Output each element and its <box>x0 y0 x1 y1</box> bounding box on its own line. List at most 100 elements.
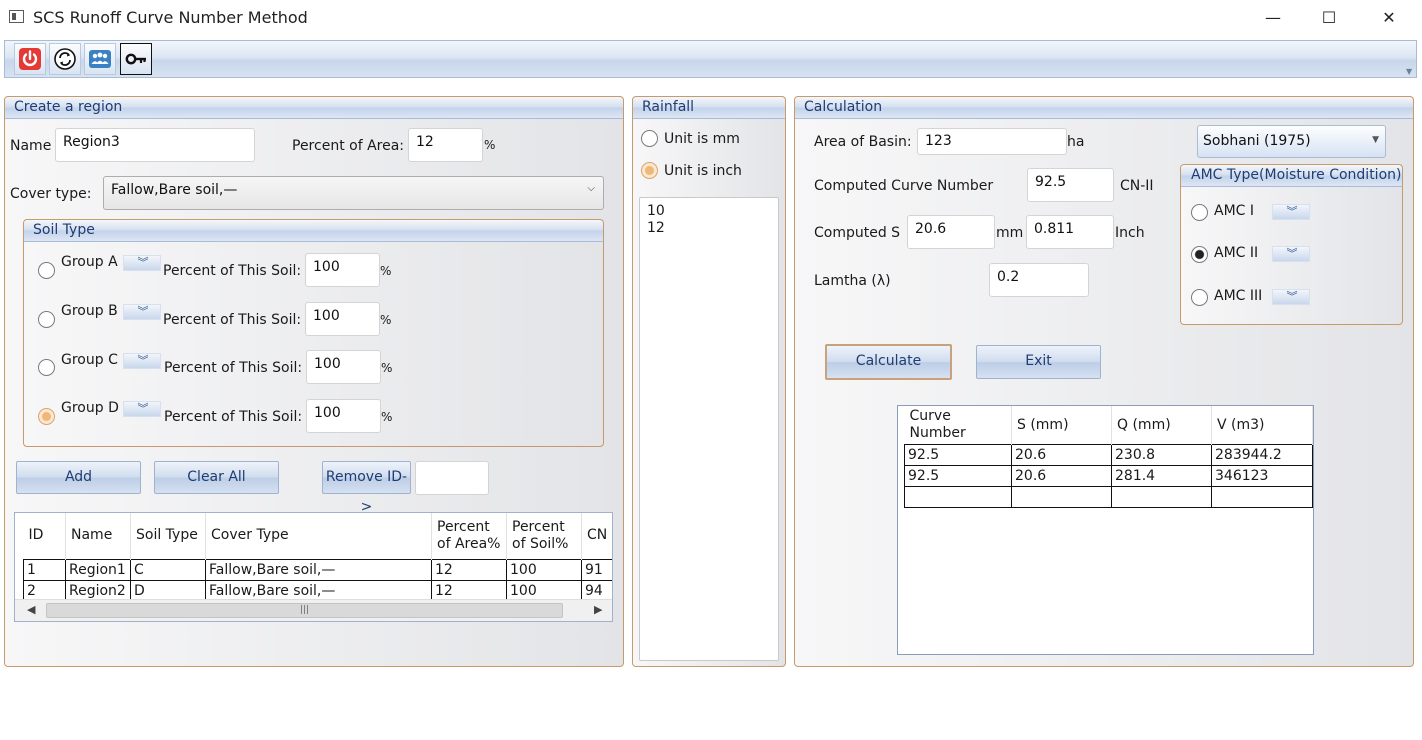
group-c-percent-input[interactable]: 100 <box>306 350 381 384</box>
exit-button[interactable]: Exit <box>976 345 1101 379</box>
table-cell[interactable]: 100 <box>506 558 582 581</box>
table-cell[interactable]: 12 <box>431 558 507 581</box>
amc-iii-dropdown[interactable]: ︾ <box>1272 289 1310 305</box>
refresh-button[interactable] <box>49 43 81 75</box>
amc-ii-dropdown[interactable]: ︾ <box>1272 246 1310 262</box>
table-cell[interactable]: 346123 <box>1211 465 1313 487</box>
results-table[interactable]: Curve Number S (mm) Q (mm) V (m3) 92.5 2… <box>897 405 1314 655</box>
table-cell[interactable]: D <box>130 579 206 602</box>
table-cell[interactable]: Fallow,Bare soil,— <box>205 579 432 602</box>
scroll-left-icon[interactable]: ◀ <box>27 603 35 616</box>
computed-cn-output[interactable]: 92.5 <box>1027 168 1114 202</box>
minimize-button[interactable]: — <box>1250 6 1296 30</box>
table-row[interactable]: 92.5 20.6 230.8 283944.2 <box>904 444 1313 466</box>
table-cell[interactable]: 20.6 <box>1011 444 1112 466</box>
lambda-input[interactable]: 0.2 <box>989 263 1089 297</box>
col-header-percent-area[interactable]: Percent of Area% <box>431 513 507 559</box>
col-header-cn[interactable]: CN <box>581 513 612 559</box>
amc-title: AMC Type(Moisture Condition) <box>1181 165 1402 187</box>
table-cell[interactable]: Fallow,Bare soil,— <box>205 558 432 581</box>
table-cell[interactable]: 2 <box>23 579 66 602</box>
computed-s-inch-output[interactable]: 0.811 <box>1026 215 1114 249</box>
table-cell[interactable]: 20.6 <box>1011 465 1112 487</box>
table-cell[interactable] <box>1111 486 1212 508</box>
table-cell[interactable]: Region1 <box>65 558 131 581</box>
amc-i-dropdown[interactable]: ︾ <box>1272 204 1310 220</box>
col-header-id[interactable]: ID <box>23 513 66 559</box>
computed-s-mm-output[interactable]: 20.6 <box>907 215 995 249</box>
calculate-button[interactable]: Calculate <box>825 344 952 380</box>
table-row[interactable]: 92.5 20.6 281.4 346123 <box>904 465 1313 487</box>
col-header-v-m3[interactable]: V (m3) <box>1211 406 1313 445</box>
remove-id-input[interactable] <box>415 461 489 495</box>
col-header-s-mm[interactable]: S (mm) <box>1011 406 1112 445</box>
amc-ii-label: AMC II <box>1214 245 1259 261</box>
table-cell[interactable]: 100 <box>506 579 582 602</box>
col-header-soil-type[interactable]: Soil Type <box>130 513 206 559</box>
group-b-radio[interactable] <box>38 311 55 328</box>
group-c-label: Group C <box>61 352 118 368</box>
table-row[interactable] <box>904 486 1313 508</box>
col-header-curve-number[interactable]: Curve Number <box>904 406 1012 445</box>
group-b-dropdown[interactable]: ︾ <box>123 304 161 320</box>
table-cell[interactable]: 92.5 <box>904 444 1012 466</box>
area-of-basin-input[interactable]: 123 <box>917 128 1067 155</box>
mm-unit-label: mm <box>996 225 1024 241</box>
scroll-thumb[interactable]: ||| <box>46 603 563 618</box>
table-row[interactable]: 1 Region1 C Fallow,Bare soil,— 12 100 91 <box>23 558 612 581</box>
table-cell[interactable]: Region2 <box>65 579 131 602</box>
col-header-percent-soil[interactable]: Percent of Soil% <box>506 513 582 559</box>
remove-id-button[interactable]: Remove ID-> <box>322 461 411 515</box>
close-button[interactable]: ✕ <box>1366 6 1412 30</box>
scroll-right-icon[interactable]: ▶ <box>594 603 602 616</box>
clear-all-button[interactable]: Clear All <box>154 461 279 494</box>
amc-i-radio[interactable] <box>1191 204 1208 221</box>
power-button[interactable] <box>14 43 46 75</box>
calculation-title: Calculation <box>795 97 1413 119</box>
table-cell[interactable]: 1 <box>23 558 66 581</box>
table-cell[interactable]: C <box>130 558 206 581</box>
maximize-button[interactable]: ☐ <box>1306 6 1352 30</box>
table-cell[interactable] <box>1011 486 1112 508</box>
group-a-dropdown[interactable]: ︾ <box>123 255 161 271</box>
app-icon <box>9 10 24 23</box>
name-input[interactable]: Region3 <box>55 128 255 162</box>
group-a-radio[interactable] <box>38 262 55 279</box>
group-b-percent-input[interactable]: 100 <box>305 302 380 336</box>
table-header-row: ID Name Soil Type Cover Type Percent of … <box>23 513 612 559</box>
amc-iii-radio[interactable] <box>1191 289 1208 306</box>
add-button[interactable]: Add <box>16 461 141 494</box>
col-header-q-mm[interactable]: Q (mm) <box>1111 406 1212 445</box>
rainfall-values-textarea[interactable]: 10 12 <box>639 197 779 661</box>
group-b-percent-label: Percent of This Soil: <box>163 312 302 328</box>
col-header-cover-type[interactable]: Cover Type <box>205 513 432 559</box>
unit-mm-radio[interactable] <box>641 130 658 147</box>
toolbar-overflow-icon[interactable]: ▼ <box>1406 67 1412 76</box>
table-cell[interactable]: 283944.2 <box>1211 444 1313 466</box>
col-header-name[interactable]: Name <box>65 513 131 559</box>
cover-type-select[interactable]: Fallow,Bare soil,— ⌵ <box>103 176 604 210</box>
group-a-percent-input[interactable]: 100 <box>305 253 380 287</box>
table-cell[interactable]: 281.4 <box>1111 465 1212 487</box>
group-d-radio[interactable] <box>38 408 55 425</box>
table-row[interactable]: 2 Region2 D Fallow,Bare soil,— 12 100 94 <box>23 579 612 602</box>
table-cell[interactable]: 94 <box>581 579 612 602</box>
group-c-dropdown[interactable]: ︾ <box>123 353 161 369</box>
table-cell[interactable]: 12 <box>431 579 507 602</box>
method-select[interactable]: Sobhani (1975) ▼ <box>1197 125 1386 158</box>
group-d-percent-input[interactable]: 100 <box>306 399 381 433</box>
table-cell[interactable] <box>904 486 1012 508</box>
regions-table[interactable]: ID Name Soil Type Cover Type Percent of … <box>14 512 613 622</box>
table-cell[interactable] <box>1211 486 1313 508</box>
users-button[interactable] <box>84 43 116 75</box>
table-cell[interactable]: 92.5 <box>904 465 1012 487</box>
table-cell[interactable]: 91 <box>581 558 612 581</box>
group-c-radio[interactable] <box>38 359 55 376</box>
table-cell[interactable]: 230.8 <box>1111 444 1212 466</box>
percent-area-input[interactable]: 12 <box>408 128 483 162</box>
group-d-dropdown[interactable]: ︾ <box>123 401 161 417</box>
horizontal-scrollbar[interactable]: ◀ ||| ▶ <box>15 599 612 621</box>
amc-ii-radio[interactable] <box>1191 246 1208 263</box>
unit-inch-radio[interactable] <box>641 162 658 179</box>
key-button[interactable] <box>120 43 152 75</box>
